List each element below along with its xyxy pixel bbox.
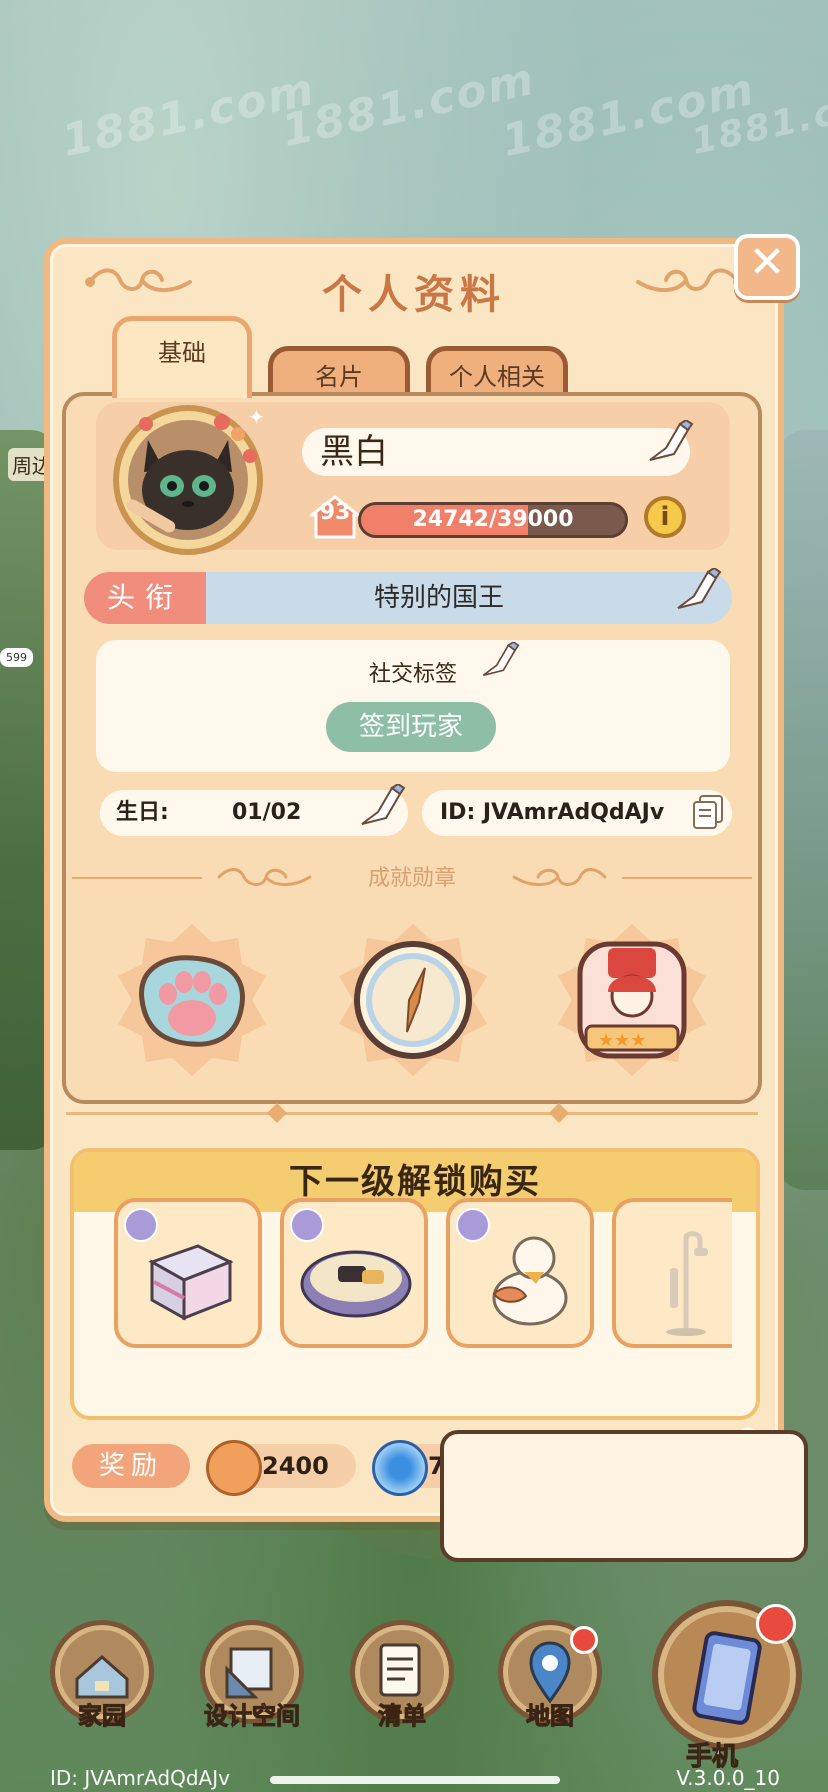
reward-label: 奖励 <box>72 1444 190 1488</box>
edit-birthday-pencil-icon[interactable] <box>356 782 408 836</box>
tab-basic[interactable]: 基础 <box>112 316 252 398</box>
spiral-gem-icon <box>372 1440 428 1496</box>
shower-stand-icon <box>666 1231 708 1336</box>
tab-personal[interactable]: 个人相关 <box>426 346 568 398</box>
nav-home[interactable]: 家园 <box>46 1620 158 1731</box>
side-bubble: 599 <box>0 648 33 667</box>
unlock-item-card[interactable] <box>114 1198 262 1348</box>
compass-medal-icon[interactable] <box>333 920 493 1080</box>
info-button[interactable]: i <box>644 496 686 538</box>
home-indicator <box>270 1776 560 1784</box>
nav-map-label: 地图 <box>526 1702 575 1731</box>
close-icon: ✕ <box>748 237 786 288</box>
title-row[interactable]: 头衔 特别的国王 <box>84 572 732 624</box>
nav-checklist-label: 清单 <box>378 1702 427 1731</box>
xp-progress-bar: 24742/39000 <box>358 502 628 538</box>
notification-dot <box>756 1604 796 1644</box>
footer-player-id: ID: JVAmrAdQdAJv <box>50 1766 230 1790</box>
edit-tags-pencil-icon[interactable] <box>478 640 522 686</box>
nav-home-label: 家园 <box>78 1702 127 1731</box>
display-cabinet-icon <box>148 1244 234 1321</box>
xp-progress-text: 24742/39000 <box>412 507 574 532</box>
tab-business-card[interactable]: 名片 <box>268 346 410 398</box>
copy-icon[interactable] <box>692 794 724 834</box>
info-icon: i <box>660 502 670 532</box>
level-number: 93 <box>319 500 351 525</box>
nav-design[interactable]: 设计空间 <box>190 1620 314 1731</box>
medals-header: 成就勋章 <box>367 866 456 891</box>
unlock-item-card[interactable] <box>280 1198 428 1348</box>
social-tag-chip[interactable]: 签到玩家 <box>326 702 496 752</box>
coin-icon <box>206 1440 262 1496</box>
reward-coins-value: 2400 <box>262 1452 329 1480</box>
close-button[interactable]: ✕ <box>734 234 800 300</box>
player-name: 黑白 <box>302 428 690 476</box>
nav-design-label: 设计空间 <box>204 1702 301 1731</box>
notification-dot <box>570 1626 598 1654</box>
svg-text:★★★: ★★★ <box>598 1030 646 1051</box>
cat-plush-icon <box>492 1236 568 1326</box>
unlock-item-card[interactable] <box>612 1198 732 1348</box>
edit-title-pencil-icon[interactable] <box>672 566 724 620</box>
furniture-tag-icon <box>290 1208 324 1242</box>
title-value: 特别的国王 <box>373 583 504 613</box>
footer-version: V.3.0.0_10 <box>676 1766 780 1790</box>
girl-portrait-medal-icon[interactable]: ★★★ <box>552 920 712 1080</box>
reward-coins: 2400 <box>206 1440 356 1496</box>
unlock-item-card[interactable] <box>446 1198 594 1348</box>
birthday-label: 生日: <box>116 800 169 825</box>
nav-checklist[interactable]: 清单 <box>346 1620 458 1731</box>
chat-bubble-frame <box>440 1430 808 1562</box>
title-label: 头衔 <box>84 572 206 624</box>
edit-name-pencil-icon[interactable] <box>644 418 696 472</box>
social-tags-label: 社交标签 <box>368 662 457 687</box>
birthday-value: 01/02 <box>232 800 302 825</box>
social-tags-box: 社交标签 签到玩家 <box>96 640 730 772</box>
svg-text:✦: ✦ <box>248 405 265 429</box>
panel-title: 个人资料 <box>322 272 506 318</box>
section-divider <box>66 1112 758 1115</box>
player-id-text: ID: JVAmrAdQdAJv <box>440 800 665 825</box>
player-id-field: ID: JVAmrAdQdAJv <box>422 790 732 836</box>
sofa-bed-icon <box>300 1250 412 1318</box>
avatar[interactable]: ✦ <box>104 400 274 562</box>
paw-medal-icon[interactable] <box>112 920 272 1080</box>
